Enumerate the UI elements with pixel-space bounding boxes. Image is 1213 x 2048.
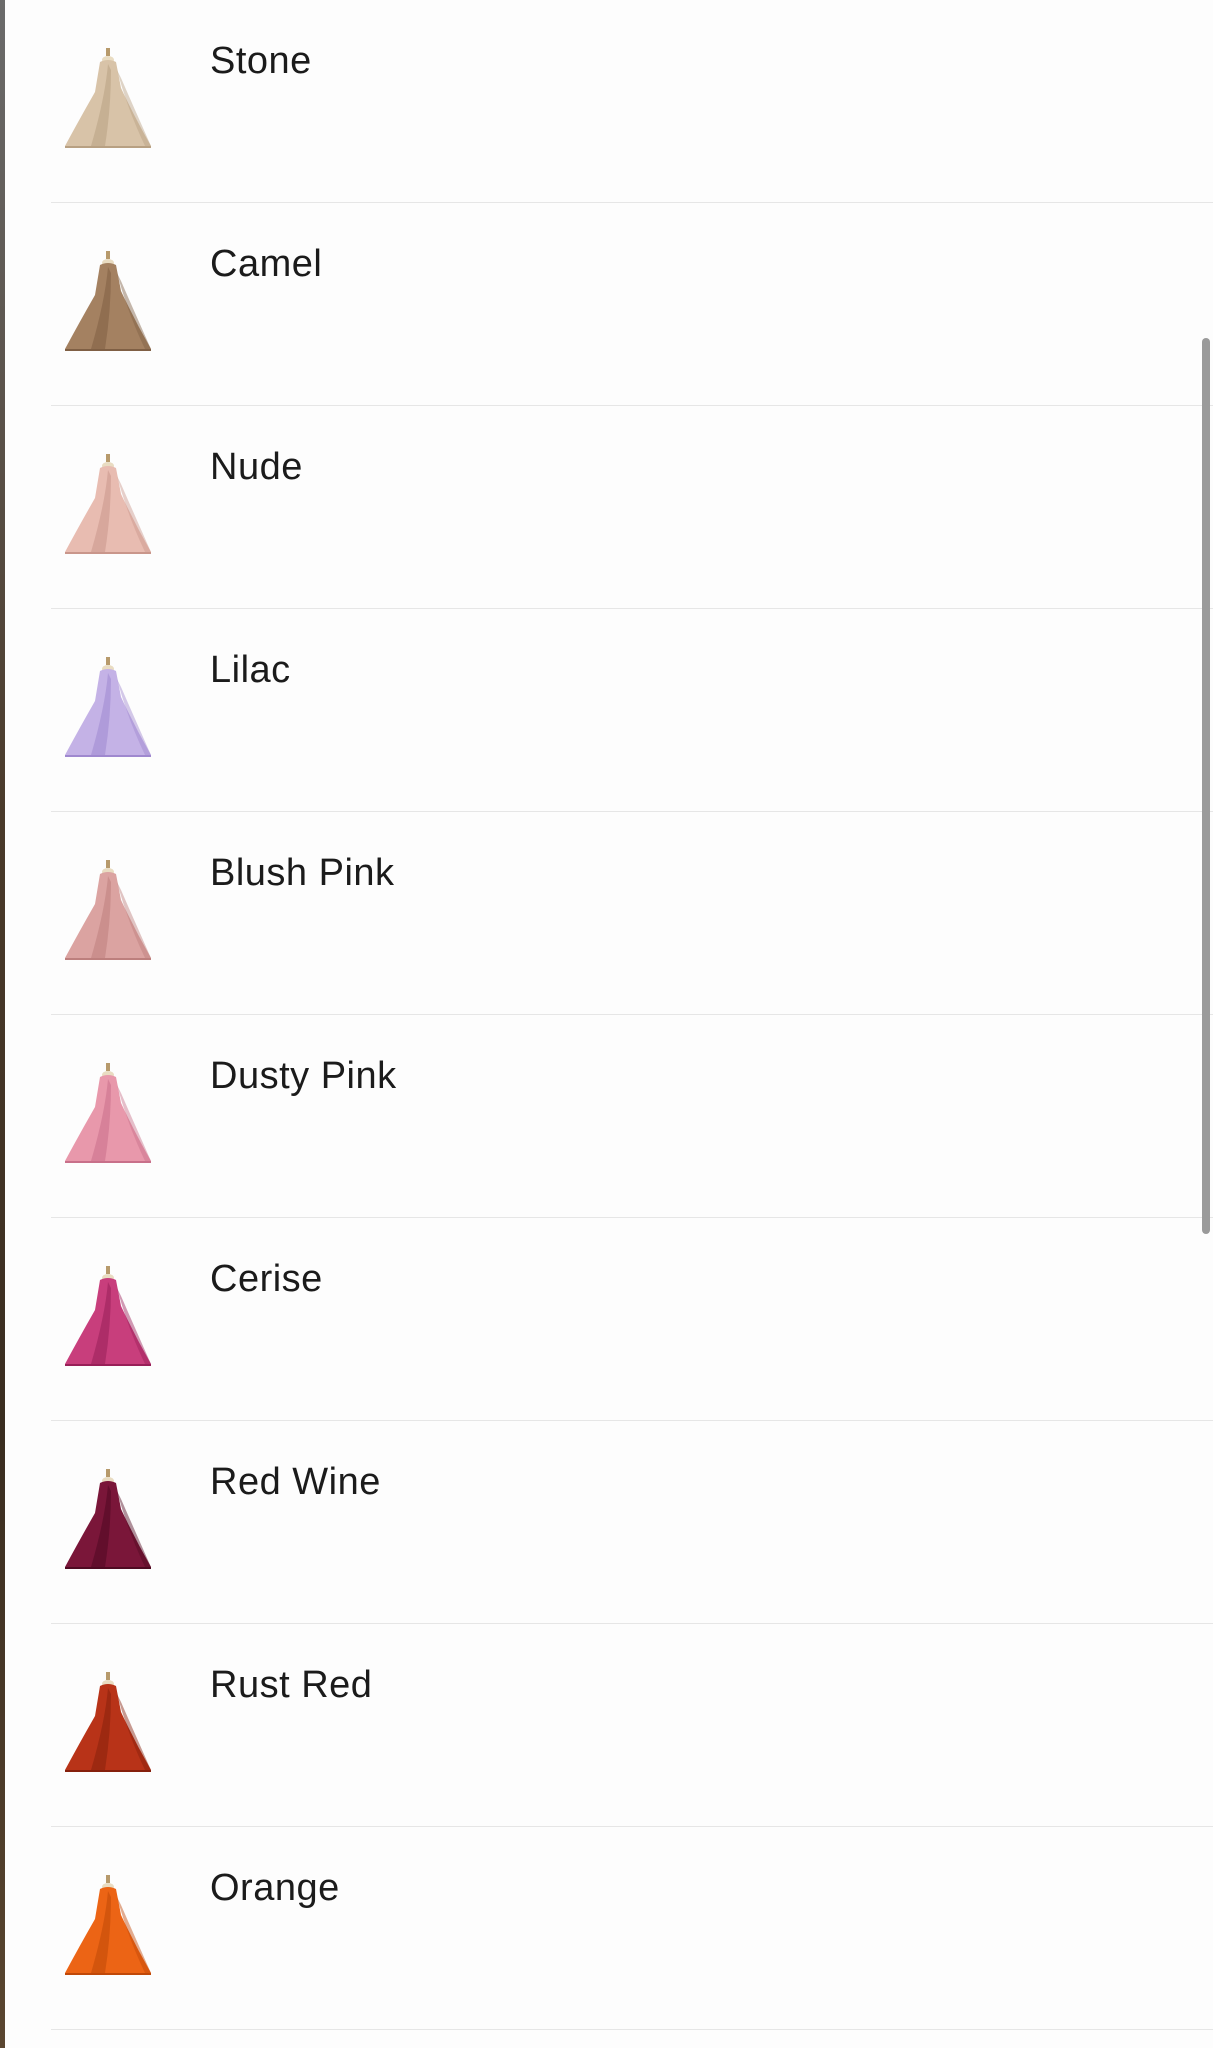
color-name: Blush Pink <box>210 852 395 894</box>
list-item-blush-pink[interactable]: Blush Pink <box>51 812 1213 1015</box>
fabric-swatch-image <box>65 1469 151 1569</box>
fabric-swatch-image <box>65 1672 151 1772</box>
fabric-swatch-image <box>65 48 151 148</box>
list-item-cerise[interactable]: Cerise <box>51 1218 1213 1421</box>
list-item-stone[interactable]: Stone <box>51 0 1213 203</box>
list-item-dusty-pink[interactable]: Dusty Pink <box>51 1015 1213 1218</box>
scrollbar[interactable] <box>1202 338 1210 1234</box>
color-name: Camel <box>210 243 323 285</box>
list-item-lilac[interactable]: Lilac <box>51 609 1213 812</box>
list-item-rust-red[interactable]: Rust Red <box>51 1624 1213 1827</box>
fabric-swatch-image <box>65 1266 151 1366</box>
left-edge-strip <box>0 0 5 2048</box>
color-name: Rust Red <box>210 1664 373 1706</box>
color-name: Dusty Pink <box>210 1055 397 1097</box>
fabric-swatch-image <box>65 1063 151 1163</box>
list-item-camel[interactable]: Camel <box>51 203 1213 406</box>
fabric-swatch-image <box>65 251 151 351</box>
color-name: Red Wine <box>210 1461 381 1503</box>
fabric-swatch-image <box>65 1875 151 1975</box>
color-name: Cerise <box>210 1258 323 1300</box>
fabric-swatch-image <box>65 454 151 554</box>
color-name: Lilac <box>210 649 291 691</box>
fabric-swatch-image <box>65 860 151 960</box>
fabric-swatch-image <box>65 657 151 757</box>
list-item-red-wine[interactable]: Red Wine <box>51 1421 1213 1624</box>
color-name: Stone <box>210 40 312 82</box>
list-item-nude[interactable]: Nude <box>51 406 1213 609</box>
color-options-list: Stone Camel Nude Lilac Blush Pink Dusty … <box>51 0 1213 2030</box>
color-name: Nude <box>210 446 303 488</box>
color-name: Orange <box>210 1867 340 1909</box>
list-item-orange[interactable]: Orange <box>51 1827 1213 2030</box>
